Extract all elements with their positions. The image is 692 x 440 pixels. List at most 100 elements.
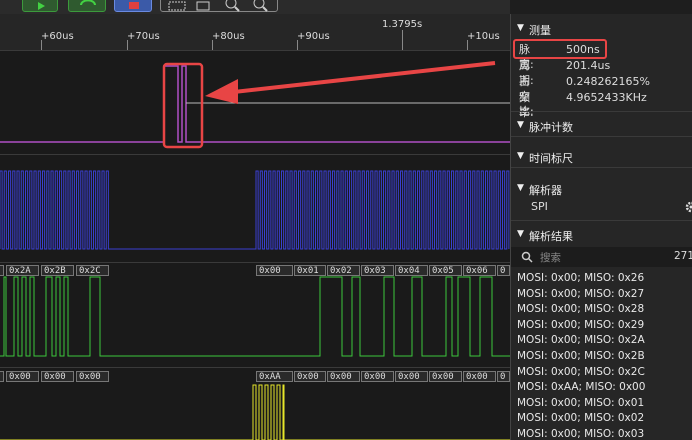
section-title: 解析结果 bbox=[529, 230, 573, 243]
pulse-width-highlight bbox=[513, 39, 607, 59]
result-row[interactable]: MOSI: 0x00; MISO: 0x01 bbox=[517, 396, 644, 412]
section-header-pulse-count[interactable]: ▼ 脉冲计数 bbox=[511, 115, 692, 137]
miso-bus-label: 0x2B bbox=[41, 265, 74, 276]
section-header-results[interactable]: ▼ 解析结果 bbox=[511, 224, 692, 246]
result-row[interactable]: MOSI: 0x00; MISO: 0x29 bbox=[517, 318, 644, 334]
loop-icon bbox=[80, 0, 96, 6]
tick-label: +70us bbox=[127, 31, 160, 42]
collapse-triangle-icon: ▼ bbox=[517, 229, 524, 239]
annotation-arrow-shaft bbox=[224, 61, 496, 95]
tick-label: +90us bbox=[297, 31, 330, 42]
collapse-triangle-icon: ▼ bbox=[517, 120, 524, 130]
cursor-time-label: 1.3795s bbox=[382, 19, 423, 30]
collapse-triangle-icon: ▼ bbox=[517, 183, 524, 193]
result-row[interactable]: MOSI: 0x00; MISO: 0x26 bbox=[517, 271, 644, 287]
play-button[interactable] bbox=[22, 0, 58, 12]
section-title: 测量 bbox=[529, 24, 551, 37]
tick-mark bbox=[41, 40, 42, 50]
tick-label: +10us bbox=[467, 31, 500, 42]
section-header-time-ruler[interactable]: ▼ 时间标尺 bbox=[511, 146, 692, 168]
channel-miso-waveform bbox=[0, 276, 510, 357]
mosi-bus-label: 0x00 bbox=[429, 371, 462, 382]
lane-separator bbox=[0, 262, 510, 263]
section-title: 解析器 bbox=[529, 184, 562, 197]
miso-bus-label: 0x02 bbox=[327, 265, 360, 276]
section-divider bbox=[511, 220, 692, 221]
collapse-triangle-icon: ▼ bbox=[517, 151, 524, 161]
channel-clk-waveform bbox=[0, 170, 510, 250]
timeline-ruler[interactable]: 1.3795s +60us +70us +80us +90us +10us bbox=[0, 14, 510, 51]
measure-value: 0.248262165% bbox=[566, 75, 650, 88]
stop-button[interactable] bbox=[114, 0, 152, 12]
result-row[interactable]: MOSI: 0x00; MISO: 0x2C bbox=[517, 365, 645, 381]
channel-cs-waveform bbox=[0, 65, 510, 143]
tick-mark bbox=[297, 40, 298, 50]
results-count: 271 bbox=[674, 250, 692, 262]
result-row[interactable]: MOSI: 0xAA; MISO: 0x00 bbox=[517, 380, 645, 396]
results-search-bar[interactable]: 搜索 271 bbox=[511, 247, 692, 267]
waveform-area[interactable]: 0x2A 0x2B 0x2C 0x00 0x01 0x02 0x03 0x04 … bbox=[0, 51, 510, 440]
mosi-bus-label: 0x00 bbox=[327, 371, 360, 382]
collapse-triangle-icon: ▼ bbox=[517, 23, 524, 33]
stop-icon bbox=[129, 2, 139, 9]
result-row[interactable]: MOSI: 0x00; MISO: 0x03 bbox=[517, 427, 644, 440]
miso-bus-label: 0x05 bbox=[429, 265, 462, 276]
annotation-arrow-head bbox=[205, 79, 238, 104]
section-header-analyzer[interactable]: ▼ 解析器 bbox=[511, 178, 692, 200]
tick-label: +80us bbox=[212, 31, 245, 42]
clk-signal-line bbox=[0, 170, 510, 250]
miso-bus-label: 0x2A bbox=[6, 265, 39, 276]
miso-bus-label: 0x2C bbox=[76, 265, 109, 276]
results-list[interactable]: MOSI: 0x00; MISO: 0x26 MOSI: 0x00; MISO:… bbox=[511, 269, 692, 440]
miso-bus-label: 0 bbox=[497, 265, 510, 276]
miso-bus-label bbox=[0, 265, 4, 276]
tick-mark bbox=[212, 40, 213, 50]
section-header-measure[interactable]: ▼ 测量 bbox=[511, 18, 692, 40]
result-row[interactable]: MOSI: 0x00; MISO: 0x28 bbox=[517, 302, 644, 318]
miso-bus-label: 0x06 bbox=[463, 265, 496, 276]
lane-separator bbox=[0, 154, 510, 155]
tick-mark bbox=[127, 40, 128, 50]
mosi-bus-label: 0x00 bbox=[76, 371, 109, 382]
zoom-fit-icon[interactable] bbox=[196, 1, 210, 11]
result-row[interactable]: MOSI: 0x00; MISO: 0x02 bbox=[517, 411, 644, 427]
view-tools bbox=[160, 0, 278, 12]
cursor-tick-mark bbox=[402, 30, 403, 50]
mosi-bus-label: 0x00 bbox=[294, 371, 326, 382]
miso-signal-line bbox=[0, 276, 510, 357]
zoom-in-icon[interactable] bbox=[225, 0, 240, 12]
cs-signal-line bbox=[0, 65, 510, 143]
play-icon bbox=[38, 2, 45, 10]
loop-button[interactable] bbox=[68, 0, 106, 12]
analyzer-item-spi[interactable]: SPI bbox=[531, 200, 548, 213]
mosi-bus-label bbox=[0, 371, 4, 382]
mosi-bus-label: 0 bbox=[497, 371, 510, 382]
miso-bus-label: 0x01 bbox=[294, 265, 326, 276]
tick-label: +60us bbox=[41, 31, 74, 42]
annotation-overlay bbox=[162, 61, 496, 149]
section-divider bbox=[511, 111, 692, 112]
mosi-signal-line bbox=[0, 384, 510, 440]
mosi-bus-label: 0x00 bbox=[395, 371, 428, 382]
mosi-bus-label: 0xAA bbox=[256, 371, 293, 382]
miso-bus-label: 0x04 bbox=[395, 265, 428, 276]
miso-bus-label: 0x00 bbox=[256, 265, 293, 276]
select-icon[interactable] bbox=[168, 1, 186, 11]
zoom-out-icon[interactable] bbox=[253, 0, 268, 12]
pulse-highlight-box bbox=[162, 62, 204, 149]
search-placeholder: 搜索 bbox=[540, 252, 561, 264]
gear-icon[interactable] bbox=[685, 201, 692, 213]
measure-value: 201.4us bbox=[566, 59, 611, 72]
miso-bus-label: 0x03 bbox=[361, 265, 394, 276]
tick-mark bbox=[467, 40, 468, 50]
side-panel: ▼ 测量 脉宽: 500ns 周期: 201.4us 占空比: 0.248262… bbox=[510, 14, 692, 440]
mosi-bus-label: 0x00 bbox=[6, 371, 39, 382]
measure-value: 4.9652433KHz bbox=[566, 91, 647, 104]
result-row[interactable]: MOSI: 0x00; MISO: 0x27 bbox=[517, 287, 644, 303]
mosi-bus-label: 0x00 bbox=[463, 371, 496, 382]
result-row[interactable]: MOSI: 0x00; MISO: 0x2B bbox=[517, 349, 645, 365]
mosi-bus-label: 0x00 bbox=[41, 371, 74, 382]
section-title: 时间标尺 bbox=[529, 152, 573, 165]
result-row[interactable]: MOSI: 0x00; MISO: 0x2A bbox=[517, 333, 645, 349]
toolbar bbox=[0, 0, 510, 14]
